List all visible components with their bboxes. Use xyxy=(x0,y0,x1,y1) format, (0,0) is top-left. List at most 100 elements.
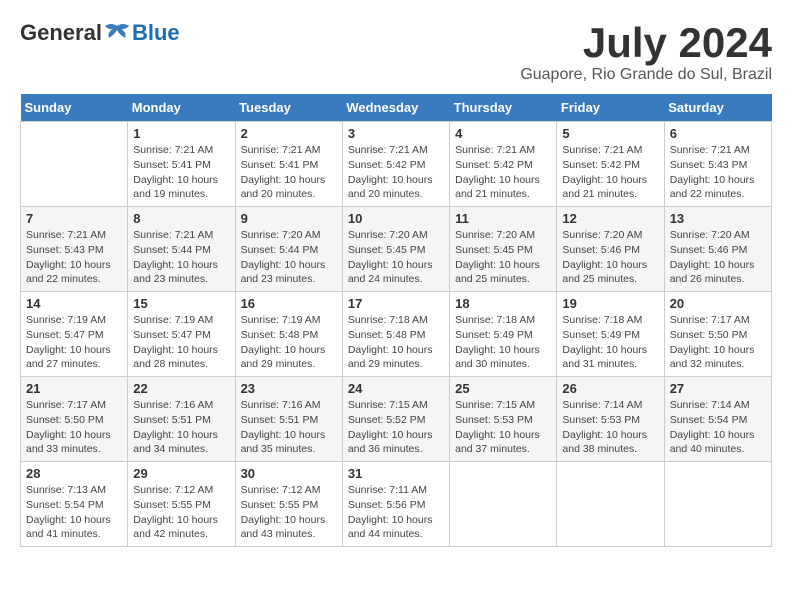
day-number: 30 xyxy=(241,466,337,481)
header-monday: Monday xyxy=(128,94,235,122)
calendar-table: Sunday Monday Tuesday Wednesday Thursday… xyxy=(20,94,772,547)
calendar-header-row: Sunday Monday Tuesday Wednesday Thursday… xyxy=(21,94,772,122)
table-row: 2 Sunrise: 7:21 AMSunset: 5:41 PMDayligh… xyxy=(235,122,342,207)
day-number: 21 xyxy=(26,381,122,396)
day-number: 5 xyxy=(562,126,658,141)
calendar-week-row: 7 Sunrise: 7:21 AMSunset: 5:43 PMDayligh… xyxy=(21,207,772,292)
table-row: 4 Sunrise: 7:21 AMSunset: 5:42 PMDayligh… xyxy=(450,122,557,207)
table-row: 19 Sunrise: 7:18 AMSunset: 5:49 PMDaylig… xyxy=(557,292,664,377)
table-row: 26 Sunrise: 7:14 AMSunset: 5:53 PMDaylig… xyxy=(557,377,664,462)
table-row: 1 Sunrise: 7:21 AMSunset: 5:41 PMDayligh… xyxy=(128,122,235,207)
table-row: 14 Sunrise: 7:19 AMSunset: 5:47 PMDaylig… xyxy=(21,292,128,377)
header-thursday: Thursday xyxy=(450,94,557,122)
day-detail: Sunrise: 7:21 AMSunset: 5:44 PMDaylight:… xyxy=(133,229,218,285)
day-number: 14 xyxy=(26,296,122,311)
table-row xyxy=(557,462,664,547)
day-detail: Sunrise: 7:13 AMSunset: 5:54 PMDaylight:… xyxy=(26,484,111,540)
header-wednesday: Wednesday xyxy=(342,94,449,122)
day-number: 2 xyxy=(241,126,337,141)
table-row: 24 Sunrise: 7:15 AMSunset: 5:52 PMDaylig… xyxy=(342,377,449,462)
day-detail: Sunrise: 7:20 AMSunset: 5:45 PMDaylight:… xyxy=(348,229,433,285)
table-row xyxy=(664,462,771,547)
table-row: 25 Sunrise: 7:15 AMSunset: 5:53 PMDaylig… xyxy=(450,377,557,462)
day-detail: Sunrise: 7:20 AMSunset: 5:46 PMDaylight:… xyxy=(670,229,755,285)
day-detail: Sunrise: 7:20 AMSunset: 5:45 PMDaylight:… xyxy=(455,229,540,285)
day-number: 4 xyxy=(455,126,551,141)
calendar-week-row: 1 Sunrise: 7:21 AMSunset: 5:41 PMDayligh… xyxy=(21,122,772,207)
table-row xyxy=(21,122,128,207)
header-sunday: Sunday xyxy=(21,94,128,122)
calendar-week-row: 21 Sunrise: 7:17 AMSunset: 5:50 PMDaylig… xyxy=(21,377,772,462)
table-row: 22 Sunrise: 7:16 AMSunset: 5:51 PMDaylig… xyxy=(128,377,235,462)
day-detail: Sunrise: 7:19 AMSunset: 5:47 PMDaylight:… xyxy=(26,314,111,370)
header-tuesday: Tuesday xyxy=(235,94,342,122)
table-row: 5 Sunrise: 7:21 AMSunset: 5:42 PMDayligh… xyxy=(557,122,664,207)
day-number: 28 xyxy=(26,466,122,481)
table-row: 17 Sunrise: 7:18 AMSunset: 5:48 PMDaylig… xyxy=(342,292,449,377)
calendar-week-row: 28 Sunrise: 7:13 AMSunset: 5:54 PMDaylig… xyxy=(21,462,772,547)
table-row xyxy=(450,462,557,547)
table-row: 18 Sunrise: 7:18 AMSunset: 5:49 PMDaylig… xyxy=(450,292,557,377)
logo-bird-icon xyxy=(103,24,131,42)
day-detail: Sunrise: 7:21 AMSunset: 5:43 PMDaylight:… xyxy=(670,144,755,200)
day-detail: Sunrise: 7:17 AMSunset: 5:50 PMDaylight:… xyxy=(670,314,755,370)
table-row: 8 Sunrise: 7:21 AMSunset: 5:44 PMDayligh… xyxy=(128,207,235,292)
day-detail: Sunrise: 7:15 AMSunset: 5:53 PMDaylight:… xyxy=(455,399,540,455)
table-row: 21 Sunrise: 7:17 AMSunset: 5:50 PMDaylig… xyxy=(21,377,128,462)
day-detail: Sunrise: 7:16 AMSunset: 5:51 PMDaylight:… xyxy=(133,399,218,455)
day-number: 24 xyxy=(348,381,444,396)
calendar-week-row: 14 Sunrise: 7:19 AMSunset: 5:47 PMDaylig… xyxy=(21,292,772,377)
day-number: 9 xyxy=(241,211,337,226)
day-detail: Sunrise: 7:18 AMSunset: 5:49 PMDaylight:… xyxy=(562,314,647,370)
day-number: 10 xyxy=(348,211,444,226)
day-number: 13 xyxy=(670,211,766,226)
day-detail: Sunrise: 7:21 AMSunset: 5:41 PMDaylight:… xyxy=(133,144,218,200)
day-number: 22 xyxy=(133,381,229,396)
day-detail: Sunrise: 7:21 AMSunset: 5:41 PMDaylight:… xyxy=(241,144,326,200)
day-detail: Sunrise: 7:12 AMSunset: 5:55 PMDaylight:… xyxy=(133,484,218,540)
day-number: 29 xyxy=(133,466,229,481)
table-row: 9 Sunrise: 7:20 AMSunset: 5:44 PMDayligh… xyxy=(235,207,342,292)
day-number: 15 xyxy=(133,296,229,311)
table-row: 16 Sunrise: 7:19 AMSunset: 5:48 PMDaylig… xyxy=(235,292,342,377)
day-number: 8 xyxy=(133,211,229,226)
day-number: 18 xyxy=(455,296,551,311)
day-number: 25 xyxy=(455,381,551,396)
day-detail: Sunrise: 7:14 AMSunset: 5:54 PMDaylight:… xyxy=(670,399,755,455)
day-detail: Sunrise: 7:11 AMSunset: 5:56 PMDaylight:… xyxy=(348,484,433,540)
day-number: 23 xyxy=(241,381,337,396)
day-number: 12 xyxy=(562,211,658,226)
header: General Blue July 2024 Guapore, Rio Gran… xyxy=(20,20,772,84)
table-row: 6 Sunrise: 7:21 AMSunset: 5:43 PMDayligh… xyxy=(664,122,771,207)
day-number: 11 xyxy=(455,211,551,226)
day-detail: Sunrise: 7:21 AMSunset: 5:42 PMDaylight:… xyxy=(348,144,433,200)
table-row: 20 Sunrise: 7:17 AMSunset: 5:50 PMDaylig… xyxy=(664,292,771,377)
day-detail: Sunrise: 7:16 AMSunset: 5:51 PMDaylight:… xyxy=(241,399,326,455)
day-detail: Sunrise: 7:12 AMSunset: 5:55 PMDaylight:… xyxy=(241,484,326,540)
day-detail: Sunrise: 7:20 AMSunset: 5:46 PMDaylight:… xyxy=(562,229,647,285)
day-detail: Sunrise: 7:19 AMSunset: 5:48 PMDaylight:… xyxy=(241,314,326,370)
day-detail: Sunrise: 7:21 AMSunset: 5:42 PMDaylight:… xyxy=(455,144,540,200)
header-saturday: Saturday xyxy=(664,94,771,122)
table-row: 15 Sunrise: 7:19 AMSunset: 5:47 PMDaylig… xyxy=(128,292,235,377)
table-row: 31 Sunrise: 7:11 AMSunset: 5:56 PMDaylig… xyxy=(342,462,449,547)
logo-blue: Blue xyxy=(132,20,180,46)
day-detail: Sunrise: 7:21 AMSunset: 5:43 PMDaylight:… xyxy=(26,229,111,285)
day-number: 19 xyxy=(562,296,658,311)
day-number: 26 xyxy=(562,381,658,396)
table-row: 27 Sunrise: 7:14 AMSunset: 5:54 PMDaylig… xyxy=(664,377,771,462)
table-row: 10 Sunrise: 7:20 AMSunset: 5:45 PMDaylig… xyxy=(342,207,449,292)
logo: General Blue xyxy=(20,20,180,46)
table-row: 7 Sunrise: 7:21 AMSunset: 5:43 PMDayligh… xyxy=(21,207,128,292)
table-row: 28 Sunrise: 7:13 AMSunset: 5:54 PMDaylig… xyxy=(21,462,128,547)
table-row: 13 Sunrise: 7:20 AMSunset: 5:46 PMDaylig… xyxy=(664,207,771,292)
table-row: 29 Sunrise: 7:12 AMSunset: 5:55 PMDaylig… xyxy=(128,462,235,547)
day-detail: Sunrise: 7:21 AMSunset: 5:42 PMDaylight:… xyxy=(562,144,647,200)
day-number: 31 xyxy=(348,466,444,481)
title-section: July 2024 Guapore, Rio Grande do Sul, Br… xyxy=(520,20,772,84)
table-row: 23 Sunrise: 7:16 AMSunset: 5:51 PMDaylig… xyxy=(235,377,342,462)
day-detail: Sunrise: 7:20 AMSunset: 5:44 PMDaylight:… xyxy=(241,229,326,285)
day-number: 20 xyxy=(670,296,766,311)
day-number: 7 xyxy=(26,211,122,226)
table-row: 3 Sunrise: 7:21 AMSunset: 5:42 PMDayligh… xyxy=(342,122,449,207)
